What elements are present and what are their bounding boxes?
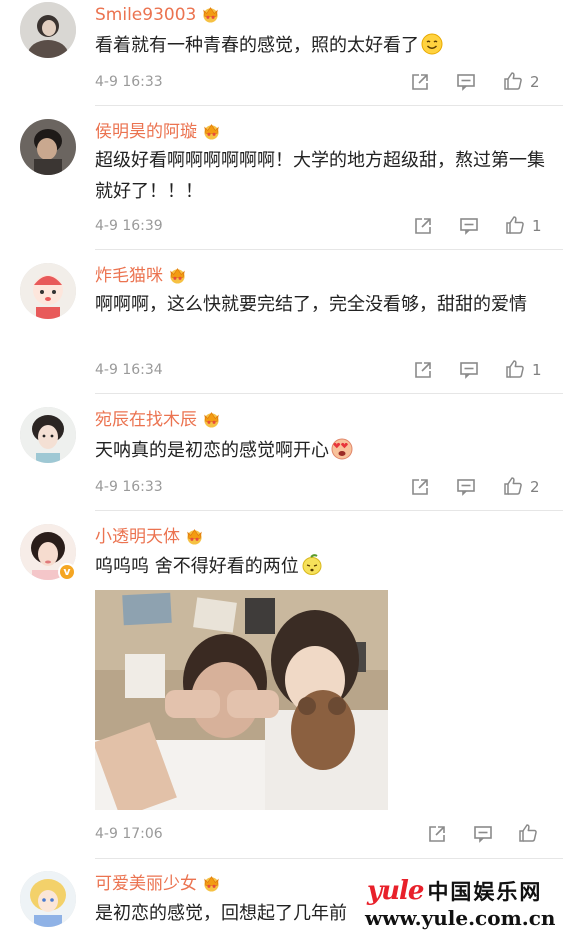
- like-count: 2: [530, 73, 540, 91]
- site-watermark: yule 中国娱乐网 www.yule.com.cn: [365, 876, 560, 930]
- thumbs-up-icon[interactable]: [503, 71, 523, 91]
- thumbs-up-icon[interactable]: [518, 823, 538, 843]
- username[interactable]: 炸毛猫咪: [95, 266, 163, 286]
- crown-vip-icon: [168, 266, 187, 284]
- share-icon[interactable]: [410, 477, 430, 497]
- crown-vip-icon: [202, 874, 221, 892]
- thumbs-up-icon[interactable]: [505, 215, 525, 235]
- comment-icon[interactable]: [459, 216, 479, 236]
- divider: [95, 249, 563, 250]
- sour-lemon-emoji: [301, 554, 323, 576]
- timestamp: 4-9 17:06: [95, 826, 163, 842]
- comment-photo[interactable]: [95, 590, 388, 810]
- timestamp: 4-9 16:33: [95, 479, 163, 495]
- comment-text: 天呐真的是初恋的感觉啊开心: [95, 435, 550, 466]
- comment-text: 呜呜呜 舍不得好看的两位: [95, 551, 550, 582]
- comment-text: 看着就有一种青春的感觉，照的太好看了: [95, 30, 550, 61]
- heart-eyes-emoji: [331, 438, 353, 460]
- share-icon[interactable]: [413, 360, 433, 380]
- divider: [95, 105, 563, 106]
- verified-badge: v: [58, 563, 76, 581]
- timestamp: 4-9 16:33: [95, 74, 163, 90]
- crown-vip-icon: [201, 5, 220, 23]
- share-icon[interactable]: [413, 216, 433, 236]
- thumbs-up-icon[interactable]: [503, 476, 523, 496]
- crown-vip-icon: [202, 122, 221, 140]
- watermark-url: www.yule.com.cn: [365, 906, 556, 930]
- share-icon[interactable]: [427, 824, 447, 844]
- like-count: 2: [530, 478, 540, 496]
- avatar[interactable]: [20, 263, 76, 319]
- comment-icon[interactable]: [456, 72, 476, 92]
- share-icon[interactable]: [410, 72, 430, 92]
- avatar[interactable]: [20, 119, 76, 175]
- smile-emoji: [421, 33, 443, 55]
- timestamp: 4-9 16:34: [95, 362, 163, 378]
- username[interactable]: 可爱美丽少女: [95, 874, 197, 894]
- username[interactable]: Smile93003: [95, 5, 196, 25]
- avatar[interactable]: [20, 407, 76, 463]
- thumbs-up-icon[interactable]: [505, 359, 525, 379]
- username[interactable]: 小透明天体: [95, 527, 180, 547]
- watermark-brand: yule: [367, 876, 424, 906]
- avatar[interactable]: [20, 871, 76, 927]
- crown-vip-icon: [202, 410, 221, 428]
- username[interactable]: 侯明昊的阿璇: [95, 122, 197, 142]
- divider: [95, 510, 563, 511]
- comment-icon[interactable]: [456, 477, 476, 497]
- crown-vip-icon: [185, 527, 204, 545]
- comment-icon[interactable]: [473, 824, 493, 844]
- divider: [95, 858, 563, 859]
- comment-icon[interactable]: [459, 360, 479, 380]
- avatar[interactable]: [20, 2, 76, 58]
- like-count: 1: [532, 217, 542, 235]
- username[interactable]: 宛辰在找木辰: [95, 410, 197, 430]
- comment-text: 啊啊啊，这么快就要完结了，完全没看够，甜甜的爱情: [95, 294, 527, 315]
- timestamp: 4-9 16:39: [95, 218, 163, 234]
- watermark-cn-name: 中国娱乐网: [427, 879, 543, 904]
- comment-text: 超级好看啊啊啊啊啊啊！大学的地方超级甜，熬过第一集就好了！！！: [95, 150, 545, 202]
- divider: [95, 393, 563, 394]
- like-count: 1: [532, 361, 542, 379]
